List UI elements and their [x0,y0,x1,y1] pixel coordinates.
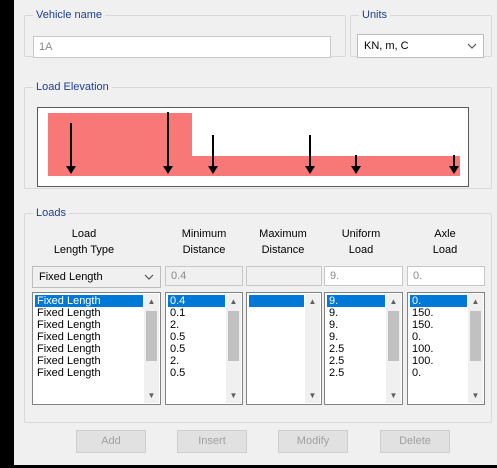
axle-arrow-3 [208,135,218,174]
units-legend: Units [359,8,391,22]
list-item[interactable]: Fixed Length [35,319,143,331]
scroll-up-icon[interactable]: ▲ [305,294,320,309]
insert-button[interactable]: Insert [177,430,247,453]
minimum-distance-items: 0.4 0.1 2. 0.5 0.5 2. 0.5 [168,295,225,379]
list-item[interactable] [249,295,304,307]
header-maximum-distance: Maximum Distance [259,228,307,256]
header-load-length-type: Load Length Type [53,228,115,256]
scrollbar[interactable]: ▲ ▼ [386,294,401,403]
load-elevation-legend: Load Elevation [33,80,112,94]
chevron-down-icon [144,267,154,280]
scroll-up-icon[interactable]: ▲ [226,294,241,309]
add-button[interactable]: Add [76,430,146,453]
vehicle-name-legend: Vehicle name [33,8,106,22]
load-elevation-plot [37,107,469,187]
list-item[interactable]: 9. [327,307,385,319]
axle-load-items: 0. 150. 150. 0. 100. 100. 0. [410,295,467,379]
list-item[interactable]: Fixed Length [35,367,143,379]
list-item[interactable]: 2.5 [327,367,385,379]
units-select[interactable]: KN, m, C [357,34,484,58]
minimum-distance-field[interactable]: 0.4 [165,266,243,286]
load-length-type-items: Fixed Length Fixed Length Fixed Length F… [35,295,143,379]
uniform-load-block-2 [192,156,460,176]
scrollbar[interactable]: ▲ ▼ [468,294,483,403]
minimum-distance-list[interactable]: 0.4 0.1 2. 0.5 0.5 2. 0.5 ▲ ▼ [165,292,243,405]
header-uniform-load: Uniform Load [341,228,381,256]
list-item[interactable]: 100. [410,343,467,355]
list-item[interactable]: 0.5 [168,367,225,379]
load-elevation-drawing [48,112,460,176]
list-item[interactable]: 2. [168,355,225,367]
list-item[interactable]: 0. [410,331,467,343]
vehicle-name-field[interactable]: 1A [33,36,331,58]
list-item[interactable]: 0.5 [168,343,225,355]
chevron-down-icon [467,35,477,49]
list-item[interactable]: 0. [410,367,467,379]
list-item[interactable]: 150. [410,319,467,331]
scroll-up-icon[interactable]: ▲ [144,294,159,309]
list-item[interactable]: 2.5 [327,343,385,355]
maximum-distance-items [249,295,304,307]
load-length-type-list[interactable]: Fixed Length Fixed Length Fixed Length F… [32,292,161,405]
list-item[interactable]: 2.5 [327,355,385,367]
axle-load-field[interactable]: 0. [407,266,485,286]
list-item[interactable]: 0.5 [168,331,225,343]
list-item[interactable]: 9. [327,295,385,307]
scroll-thumb[interactable] [470,311,481,361]
axle-load-list[interactable]: 0. 150. 150. 0. 100. 100. 0. ▲ ▼ [407,292,485,405]
list-item[interactable]: Fixed Length [35,343,143,355]
scroll-down-icon[interactable]: ▼ [305,388,320,403]
list-item[interactable]: Fixed Length [35,355,143,367]
loads-legend: Loads [33,206,69,220]
scroll-up-icon[interactable]: ▲ [468,294,483,309]
scrollbar[interactable]: ▲ ▼ [226,294,241,403]
load-length-type-select[interactable]: Fixed Length [32,266,161,288]
maximum-distance-list[interactable]: ▲ ▼ [246,292,322,405]
scrollbar[interactable]: ▲ ▼ [305,294,320,403]
load-length-type-value: Fixed Length [39,271,103,283]
list-item[interactable]: 9. [327,331,385,343]
axle-arrow-4 [305,135,315,174]
list-item[interactable]: Fixed Length [35,307,143,319]
list-item[interactable]: Fixed Length [35,331,143,343]
list-item[interactable]: 0.4 [168,295,225,307]
uniform-load-list[interactable]: 9. 9. 9. 9. 2.5 2.5 2.5 ▲ ▼ [324,292,403,405]
scroll-down-icon[interactable]: ▼ [144,388,159,403]
list-item[interactable]: 2. [168,319,225,331]
units-selected-value: KN, m, C [364,40,409,52]
maximum-distance-field[interactable] [246,266,322,286]
scroll-down-icon[interactable]: ▼ [386,388,401,403]
list-item[interactable]: 100. [410,355,467,367]
list-item[interactable]: 9. [327,319,385,331]
modify-button[interactable]: Modify [278,430,348,453]
scroll-down-icon[interactable]: ▼ [468,388,483,403]
scroll-thumb[interactable] [146,311,157,361]
list-item[interactable]: 150. [410,307,467,319]
delete-button[interactable]: Delete [380,430,450,453]
scrollbar[interactable]: ▲ ▼ [144,294,159,403]
uniform-load-field[interactable]: 9. [324,266,403,286]
scroll-down-icon[interactable]: ▼ [226,388,241,403]
vehicle-data-dialog: Vehicle name 1A Units KN, m, C Load Elev… [14,0,497,465]
scroll-thumb[interactable] [228,311,239,361]
list-item[interactable]: Fixed Length [35,295,143,307]
scroll-up-icon[interactable]: ▲ [386,294,401,309]
list-item[interactable]: 0.1 [168,307,225,319]
uniform-load-items: 9. 9. 9. 9. 2.5 2.5 2.5 [327,295,385,379]
list-item[interactable]: 0. [410,295,467,307]
header-axle-load: Axle Load [432,228,458,256]
header-minimum-distance: Minimum Distance [181,228,227,256]
scroll-thumb[interactable] [388,311,399,361]
